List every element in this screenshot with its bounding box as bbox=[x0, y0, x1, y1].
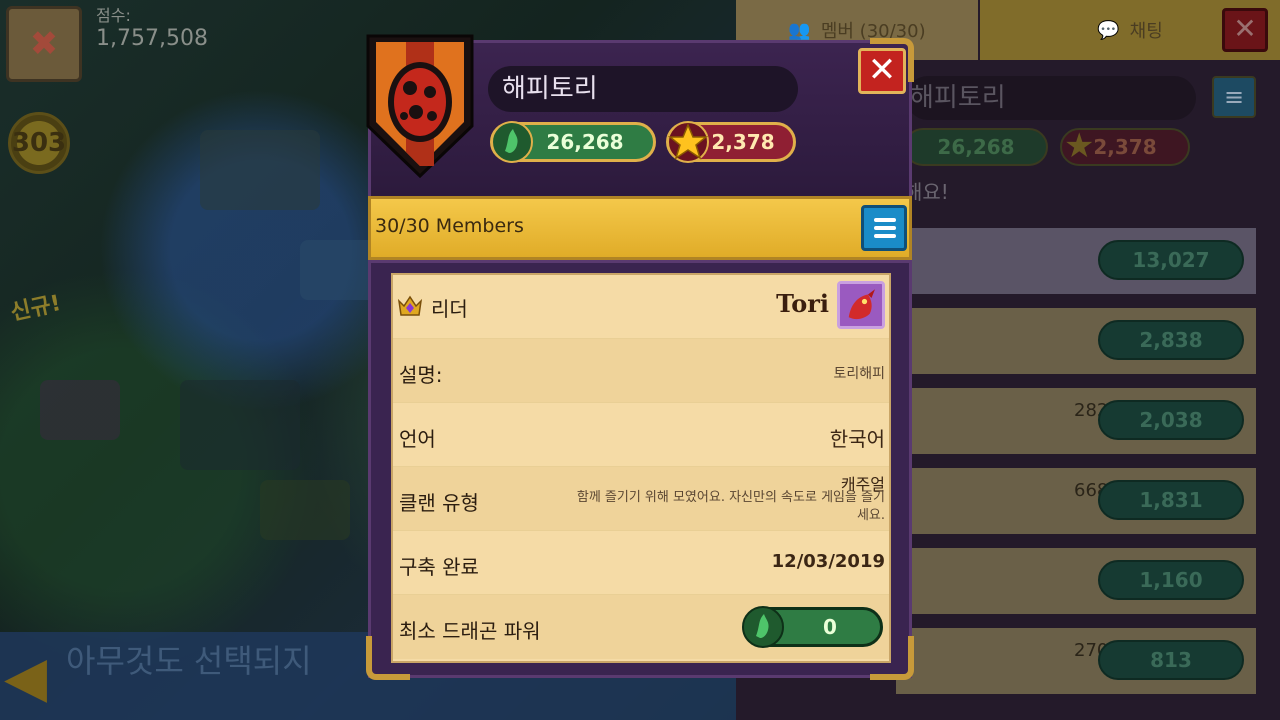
chat-icon: 💬 bbox=[1097, 19, 1120, 41]
members-count-text: 30/30 Members bbox=[375, 215, 524, 237]
gold-corner-ornament bbox=[870, 636, 914, 680]
level-badge[interactable]: 303 bbox=[8, 112, 70, 174]
score-value: 1,757,508 bbox=[96, 26, 208, 51]
info-row-min-power: 최소 드래곤 파워 0 bbox=[393, 595, 889, 659]
min-power-value: 0 bbox=[823, 615, 837, 639]
member-power-pill: 2,038 bbox=[1098, 400, 1244, 440]
members-bar: 30/30 Members bbox=[368, 196, 912, 260]
leader-label: 리더 bbox=[431, 297, 468, 321]
clan-type-description: 함께 즐기기 위해 모였어요. 자신만의 속도로 게임을 즐기세요. bbox=[576, 490, 885, 523]
language-value: 한국어 bbox=[829, 427, 885, 451]
dragon-power-icon bbox=[491, 121, 533, 163]
clan-power-value: 26,268 bbox=[546, 130, 624, 154]
member-power-pill: 1,831 bbox=[1098, 480, 1244, 520]
world-decoration bbox=[200, 130, 320, 210]
dialog-body: 리더 Tori 설명: 토리해피 언어 한국어 클랜 유형 캐주얼 함께 즐기기… bbox=[368, 260, 912, 678]
gold-corner-ornament bbox=[870, 38, 914, 82]
hamburger-menu-icon bbox=[874, 226, 896, 230]
member-power-pill: 1,160 bbox=[1098, 560, 1244, 600]
leader-crown-icon bbox=[397, 295, 423, 316]
gold-corner-ornament bbox=[366, 636, 410, 680]
info-row-language: 언어 한국어 bbox=[393, 403, 889, 467]
score-label: 점수: bbox=[96, 6, 131, 25]
world-decoration bbox=[180, 380, 300, 470]
info-row-clan-type: 클랜 유형 캐주얼 함께 즐기기 위해 모였어요. 자신만의 속도로 게임을 즐… bbox=[393, 467, 889, 531]
info-row-leader[interactable]: 리더 Tori bbox=[393, 275, 889, 339]
hamburger-menu-icon bbox=[874, 218, 896, 222]
member-power-pill: 2,838 bbox=[1098, 320, 1244, 360]
info-row-founded: 구축 완료 12/03/2019 bbox=[393, 531, 889, 595]
dragon-power-icon bbox=[742, 606, 784, 648]
back-arrow-icon[interactable]: ◀ bbox=[4, 642, 52, 714]
selection-status-text: 아무것도 선택되지 bbox=[66, 642, 312, 680]
panel-clan-name: 해피토리 bbox=[906, 76, 1196, 120]
world-decoration bbox=[260, 480, 350, 540]
clan-type-label: 클랜 유형 bbox=[399, 491, 479, 515]
ladybug-egg-shield-icon bbox=[366, 34, 474, 179]
clan-info-dialog: 해피토리 ✕ 26,268 2,378 30/30 Members 리더 Tor… bbox=[366, 34, 914, 680]
hamburger-menu-icon bbox=[874, 234, 896, 238]
clan-stars-value: 2,378 bbox=[711, 130, 775, 154]
info-row-description: 설명: 토리해피 bbox=[393, 339, 889, 403]
panel-power-value: 26,268 bbox=[937, 135, 1015, 159]
members-menu-button[interactable] bbox=[861, 205, 907, 251]
description-label: 설명: bbox=[399, 363, 443, 387]
treasure-map-icon[interactable]: ✖ bbox=[6, 6, 82, 82]
leader-avatar[interactable] bbox=[837, 281, 885, 329]
panel-star-icon: ★ bbox=[1064, 126, 1095, 166]
members-icon: 👥 bbox=[788, 19, 811, 41]
member-power-pill: 13,027 bbox=[1098, 240, 1244, 280]
member-power-pill: 813 bbox=[1098, 640, 1244, 680]
description-value: 토리해피 bbox=[833, 366, 885, 382]
language-label: 언어 bbox=[399, 427, 436, 451]
gold-star-icon bbox=[667, 121, 709, 163]
min-power-label: 최소 드래곤 파워 bbox=[399, 619, 541, 643]
clan-info-panel: 리더 Tori 설명: 토리해피 언어 한국어 클랜 유형 캐주얼 함께 즐기기… bbox=[391, 273, 891, 663]
clan-stars-pill: 2,378 bbox=[666, 121, 796, 163]
dragon-avatar-icon bbox=[840, 284, 882, 326]
panel-power-pill: 26,268 bbox=[904, 128, 1048, 166]
founded-date: 12/03/2019 bbox=[771, 551, 885, 572]
leader-name[interactable]: Tori bbox=[776, 289, 829, 318]
founded-label: 구축 완료 bbox=[399, 555, 479, 579]
panel-menu-icon[interactable]: ≡ bbox=[1212, 76, 1256, 118]
panel-stars-value: 2,378 bbox=[1093, 135, 1157, 159]
panel-close-button[interactable]: ✕ bbox=[1222, 8, 1268, 52]
world-decoration bbox=[40, 380, 120, 440]
clan-power-pill: 26,268 bbox=[490, 121, 656, 163]
min-power-pill: 0 bbox=[742, 606, 883, 648]
tab-chat-label: 채팅 bbox=[1129, 21, 1163, 42]
clan-name: 해피토리 bbox=[488, 66, 798, 112]
